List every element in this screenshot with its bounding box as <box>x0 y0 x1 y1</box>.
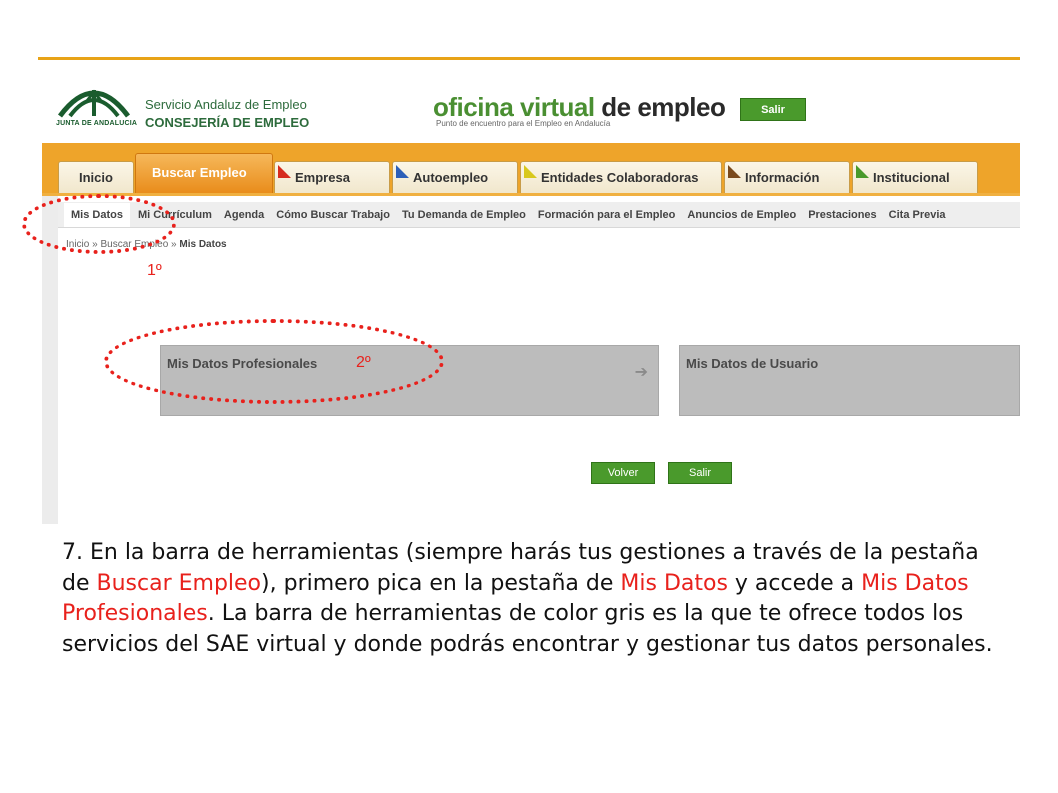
tab-bar-bottom <box>42 193 1020 196</box>
volver-button[interactable]: Volver <box>591 462 655 484</box>
subnav-agenda[interactable]: Agenda <box>224 209 264 221</box>
caption-highlight: Buscar Empleo <box>96 570 262 596</box>
tab-label: Inicio <box>79 170 113 185</box>
top-rule <box>38 57 1020 60</box>
annotation-ring-2 <box>104 319 444 404</box>
panel-mis-datos-usuario[interactable]: Mis Datos de Usuario <box>679 345 1020 416</box>
brand-part2: de empleo <box>601 92 726 122</box>
tab-informacion[interactable]: Información <box>724 161 850 193</box>
tab-label: Institucional <box>873 170 950 185</box>
tab-buscar-empleo[interactable]: Buscar Empleo <box>135 153 273 195</box>
tab-label: Autoempleo <box>413 170 489 185</box>
annotation-number-2: 2º <box>356 354 371 371</box>
subnav-cita-previa[interactable]: Cita Previa <box>889 209 946 221</box>
caption-highlight: Mis Datos <box>620 570 728 596</box>
subnav-formacion[interactable]: Formación para el Empleo <box>538 209 676 221</box>
tab-label: Buscar Empleo <box>152 165 247 180</box>
flag-icon <box>278 165 291 178</box>
salir-button[interactable]: Salir <box>668 462 732 484</box>
tab-entidades-colaboradoras[interactable]: Entidades Colaboradoras <box>520 161 722 193</box>
breadcrumb-current: Mis Datos <box>179 239 227 250</box>
subnav-anuncios[interactable]: Anuncios de Empleo <box>687 209 796 221</box>
caption-text: y accede a <box>727 570 862 596</box>
tab-label: Empresa <box>295 170 350 185</box>
tab-autoempleo[interactable]: Autoempleo <box>392 161 518 193</box>
arrow-right-icon: ➔ <box>634 364 648 381</box>
flag-icon <box>396 165 409 178</box>
subnav-como-buscar-trabajo[interactable]: Cómo Buscar Trabajo <box>276 209 390 221</box>
tab-inicio[interactable]: Inicio <box>58 161 134 193</box>
brand-part1: oficina virtual <box>433 92 602 122</box>
sub-navigation: Mis Datos Mi Currículum Agenda Cómo Busc… <box>58 202 1020 228</box>
panel-title: Mis Datos de Usuario <box>686 356 819 371</box>
tab-label: Entidades Colaboradoras <box>541 170 699 185</box>
instruction-caption: 7. En la barra de herramientas (siempre … <box>62 538 1012 660</box>
logout-button[interactable]: Salir <box>740 98 806 121</box>
tab-institucional[interactable]: Institucional <box>852 161 978 193</box>
flag-icon <box>856 165 869 178</box>
brand-tagline: Punto de encuentro para el Empleo en And… <box>436 119 611 128</box>
tab-empresa[interactable]: Empresa <box>274 161 390 193</box>
flag-icon <box>524 165 537 178</box>
caption-text: ), primero pica en la pestaña de <box>261 570 621 596</box>
logo-caption: JUNTA DE ANDALUCIA <box>56 120 138 127</box>
annotation-number-1: 1º <box>147 262 162 279</box>
tab-label: Información <box>745 170 820 185</box>
subnav-tu-demanda[interactable]: Tu Demanda de Empleo <box>402 209 526 221</box>
subnav-prestaciones[interactable]: Prestaciones <box>808 209 876 221</box>
flag-icon <box>728 165 741 178</box>
org-department: CONSEJERÍA DE EMPLEO <box>145 115 310 130</box>
org-name: Servicio Andaluz de Empleo <box>145 97 307 112</box>
annotation-ring-1 <box>22 194 176 254</box>
